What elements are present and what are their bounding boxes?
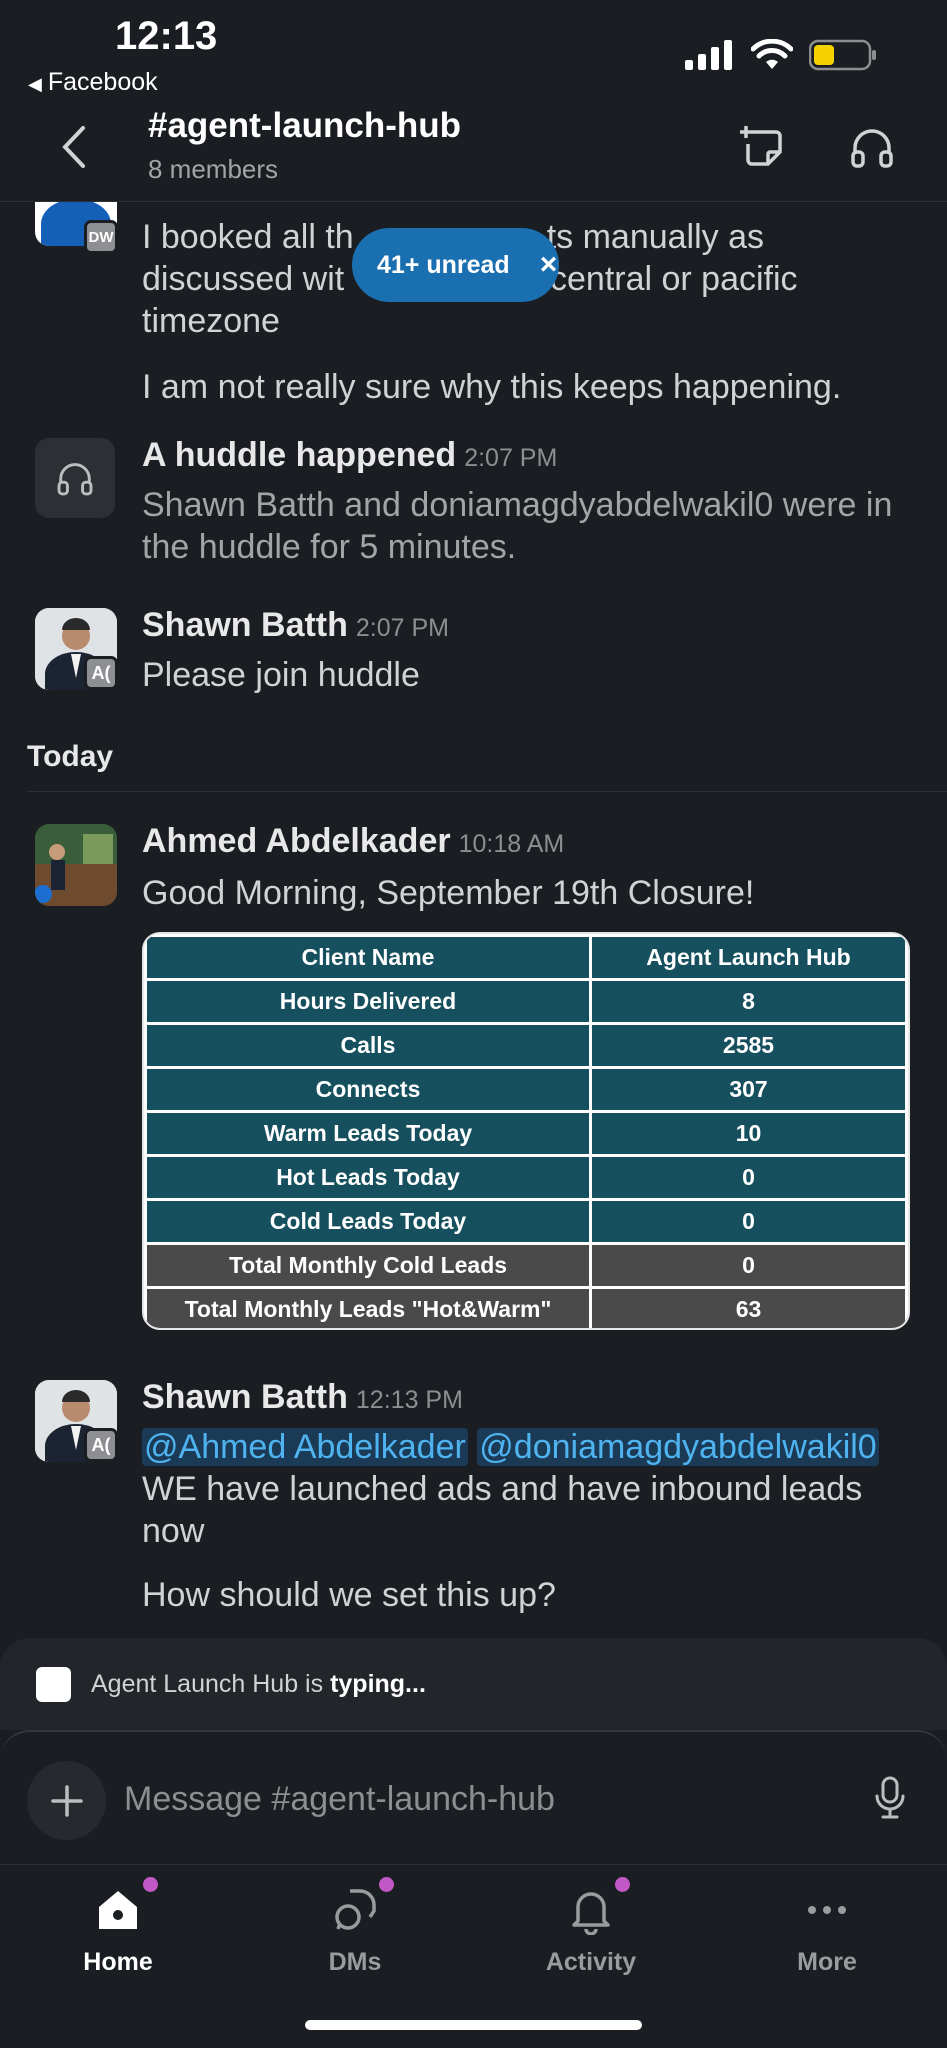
timestamp: 10:18 AM [458,830,565,858]
message-text: @Ahmed Abdelkader @doniamagdyabdelwakil0… [142,1428,879,1550]
channel-header: #agent-launch-hub 8 members [0,100,947,202]
table-cell-value: 0 [589,1154,908,1201]
chevron-left-icon[interactable] [55,122,95,172]
message-text: Good Morning, September 19th Closure! [142,874,755,912]
notification-dot [379,1877,394,1892]
table-cell-label: Connects [144,1066,592,1113]
timestamp: 12:13 PM [355,1386,463,1414]
table-row: Calls 2585 [144,1022,908,1069]
table-cell-label: Hot Leads Today [144,1154,592,1201]
status-badge: DW [84,220,118,254]
workspace-logo [36,1666,71,1702]
message-header: Shawn Batth 12:13 PM [142,1378,463,1417]
table-cell-label: Cold Leads Today [144,1198,592,1245]
message-composer: Message #agent-launch-hub [0,1730,947,1864]
mention-link[interactable]: @Ahmed Abdelkader [142,1428,468,1466]
table-cell-label: Warm Leads Today [144,1110,592,1157]
message-feed[interactable]: DW I booked all th ts manually as discuss… [0,202,947,1638]
home-icon [99,1891,137,1929]
tab-home[interactable]: Home [43,1885,193,1977]
sender-name[interactable]: Shawn Batth [142,606,348,644]
table-row: Warm Leads Today 10 [144,1110,908,1157]
bell-icon [572,1892,610,1936]
message-text: I am not really sure why this keeps happ… [142,368,842,406]
sender-name[interactable]: Ahmed Abdelkader [142,822,451,860]
timestamp: 2:07 PM [355,614,450,642]
plus-icon [50,1784,83,1817]
mention-link[interactable]: @doniamagdyabdelwakil0 [477,1428,879,1466]
avatar[interactable] [35,824,117,906]
signal-icon [685,40,732,70]
table-cell-label: Client Name [144,934,592,981]
new-canvas-icon[interactable] [738,122,788,172]
table-cell-value: 10 [589,1110,908,1157]
tab-more[interactable]: More [752,1885,902,1977]
headphones-icon[interactable] [847,122,897,172]
huddle-avatar [35,438,115,518]
table-row: Hot Leads Today 0 [144,1154,908,1201]
headphones-icon [57,463,93,496]
member-count[interactable]: 8 members [148,154,278,185]
message-text: Please join huddle [142,656,420,694]
message-input[interactable]: Message #agent-launch-hub [124,1780,555,1819]
table-cell-label: Total Monthly Cold Leads [144,1242,592,1289]
table-cell-value: 2585 [589,1022,908,1069]
table-cell-label: Calls [144,1022,592,1069]
unread-label: 41+ unread [377,250,510,279]
table-row: Client Name Agent Launch Hub [144,934,908,981]
table-row: Total Monthly Cold Leads 0 [144,1242,908,1289]
message-header: Shawn Batth 2:07 PM [142,606,449,645]
message-text: How should we set this up? [142,1576,556,1614]
add-attachment-button[interactable] [27,1761,106,1840]
huddle-title: A huddle happened [142,436,457,474]
dms-icon [335,1889,376,1930]
back-to-app-link[interactable]: ◀ Facebook [28,68,158,97]
report-table: Client Name Agent Launch Hub Hours Deliver… [144,934,908,1328]
notification-dot [143,1877,158,1892]
table-cell-value: 307 [589,1066,908,1113]
tab-activity[interactable]: Activity [516,1885,666,1977]
huddle-text: Shawn Batth and doniamagdyabdelwakil0 we… [142,486,893,566]
table-row: Connects 307 [144,1066,908,1113]
wifi-icon [751,39,793,69]
back-triangle-icon: ◀ [28,74,42,94]
table-cell-value: Agent Launch Hub [589,934,908,981]
unread-pill[interactable]: 41+ unread × [352,228,559,302]
battery-icon [809,39,876,71]
report-image[interactable]: Client Name Agent Launch Hub Hours Deliver… [142,932,910,1330]
status-time: 12:13 [115,14,218,58]
table-cell-value: 0 [589,1198,908,1245]
table-cell-label: Hours Delivered [144,978,592,1025]
channel-name[interactable]: #agent-launch-hub [148,106,461,146]
table-cell-value: 0 [589,1242,908,1289]
table-row: Total Monthly Leads "Hot&Warm" 63 [144,1286,908,1328]
table-row: Cold Leads Today 0 [144,1198,908,1245]
tab-dms[interactable]: DMs [280,1885,430,1977]
table-cell-label: Total Monthly Leads "Hot&Warm" [144,1286,592,1328]
back-app-label: Facebook [47,68,158,96]
system-icons [685,38,879,72]
huddle-header: A huddle happened 2:07 PM [142,436,557,475]
home-indicator [305,2020,642,2030]
sender-name[interactable]: Shawn Batth [142,1378,348,1416]
divider-line [27,791,947,792]
table-row: Hours Delivered 8 [144,978,908,1025]
timestamp: 2:07 PM [464,444,558,472]
more-icon [808,1906,846,1914]
typing-indicator: Agent Launch Hub is typing... [0,1638,947,1730]
close-icon[interactable]: × [540,248,558,282]
microphone-icon[interactable] [873,1776,907,1820]
status-badge: A( [84,1428,118,1462]
date-divider: Today [27,740,114,773]
table-cell-value: 63 [589,1286,908,1328]
notification-dot [615,1877,630,1892]
message-header: Ahmed Abdelkader 10:18 AM [142,822,564,861]
status-badge: A( [84,656,118,690]
table-cell-value: 8 [589,978,908,1025]
